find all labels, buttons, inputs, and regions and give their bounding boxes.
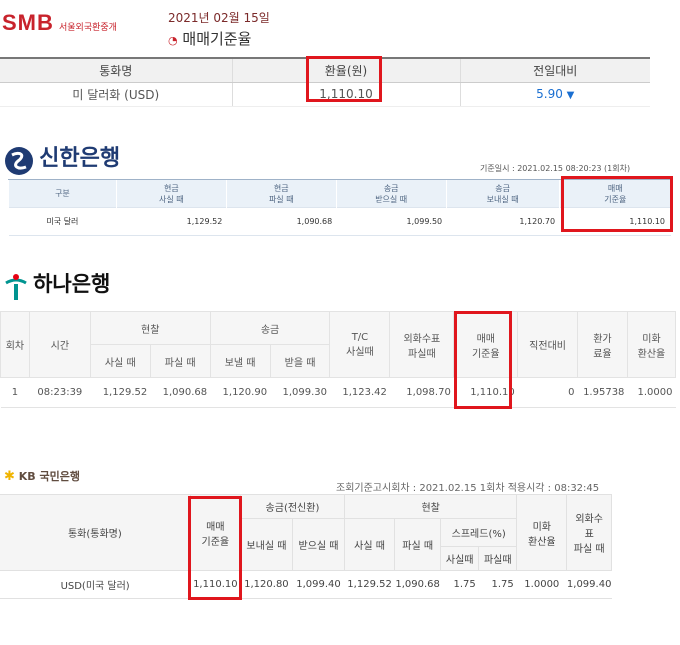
- header-cash-buy: 사실 때: [89, 344, 151, 378]
- cell-cash-buy: 1,129.52: [344, 570, 395, 599]
- header-wire-recv: 받을 때: [269, 344, 331, 378]
- cell-tc: 1,123.42: [329, 377, 390, 408]
- header-currency: 통화명: [0, 57, 232, 83]
- cell-usd: 1.0000: [516, 570, 567, 599]
- header-conv: 환가 료율: [576, 311, 628, 378]
- cell-wire-recv: 1,099.30: [270, 377, 330, 408]
- cell-conv: 1.95738: [577, 377, 628, 408]
- header-spread: 스프레드(%): [440, 518, 518, 547]
- cell-cash-sell: 1,090.68: [226, 207, 337, 236]
- header-usd: 미화 환산율: [626, 311, 677, 378]
- cell-prev: 0: [517, 377, 578, 408]
- header-wire: 송금: [209, 311, 331, 345]
- cell-check: 1,099.40: [566, 570, 612, 599]
- header-change: 전일대비: [459, 57, 650, 83]
- hana-logo-text: 하나은행: [33, 272, 111, 296]
- highlight-box: [561, 176, 673, 232]
- cell-currency: 미 달러화 (USD): [0, 82, 232, 107]
- table-header-row: 회차 시간 현찰 송금 T/C 사실때 외화수표 파실때 매매 기준율 직전대비 환가…: [0, 311, 677, 378]
- header-wire-send: 송금 보내실 때: [445, 179, 560, 208]
- header-tc: T/C 사실때: [329, 311, 391, 378]
- cell-wire-receive: 1,099.50: [336, 207, 447, 236]
- shinhan-logo: 신한은행: [4, 140, 120, 176]
- smb-logo: SMB 서울외국환중개: [2, 10, 162, 46]
- cell-cash-sell: 1,090.68: [150, 377, 211, 408]
- shinhan-basis-time: 기준일시 : 2021.02.15 08:20:23 (1회차): [480, 164, 631, 173]
- cell-wire-send: 1,120.90: [210, 377, 271, 408]
- highlight-box: [306, 56, 382, 102]
- kb-basis-time: 조회기준고시회차 : 2021.02.15 1회차 적용시각 : 08:32:4…: [336, 483, 600, 494]
- shinhan-emblem-icon: [5, 146, 33, 175]
- cell-check: 1,098.70: [389, 377, 454, 408]
- header-cash-sell: 파실 때: [394, 518, 442, 571]
- header-usd: 미화 환산율: [516, 494, 568, 571]
- cell-time: 08:23:39: [29, 377, 91, 408]
- cell-cash-buy: 1,129.52: [90, 377, 151, 408]
- header-wire-receive: 송금 받으실 때: [335, 179, 447, 208]
- table-row: USD(미국 달러) 1,110.10 1,120.80 1,099.40 1,…: [0, 570, 612, 599]
- header-spread-buy: 사실때: [440, 546, 480, 571]
- table-row: 1 08:23:39 1,129.52 1,090.68 1,120.90 1,…: [0, 377, 676, 408]
- hana-emblem-icon: [5, 273, 27, 300]
- kb-logo-text: KB 국민은행: [18, 470, 80, 483]
- change-value: 5.90: [536, 87, 563, 101]
- hana-rate-table: 회차 시간 현찰 송금 T/C 사실때 외화수표 파실때 매매 기준율 직전대비 환가…: [0, 311, 677, 408]
- smb-title-text: 매매기준율: [182, 30, 252, 48]
- cell-spread-buy: 1.75: [440, 570, 479, 599]
- header-category: 구분: [8, 179, 117, 208]
- cell-round: 1: [0, 377, 30, 408]
- cell-wire-recv: 1,099.40: [292, 570, 345, 599]
- header-cash-buy: 현금 사실 때: [115, 179, 227, 208]
- header-check: 외화수 표 파실 때: [566, 494, 612, 571]
- cell-currency: USD(미국 달러): [0, 570, 191, 599]
- header-wire-send: 보낼 때: [209, 344, 271, 378]
- header-round: 회차: [0, 311, 30, 378]
- header-cash-buy: 사실 때: [344, 518, 396, 571]
- smb-logo-text: SMB: [2, 10, 54, 35]
- cell-cash-sell: 1,090.68: [394, 570, 441, 599]
- cell-wire-send: 1,120.70: [446, 207, 560, 236]
- kb-rate-table: 통화(통화명) 매매 기준율 송금(전신환) 현찰 미화 환산율 외화수 표 파실 때 …: [0, 494, 612, 599]
- header-spread-sell: 파실때: [478, 546, 518, 571]
- header-cash: 현찰: [89, 311, 211, 345]
- shinhan-logo-text: 신한은행: [39, 146, 121, 171]
- cell-spread-sell: 1.75: [478, 570, 517, 599]
- highlight-box: [454, 311, 512, 409]
- cell-change: 5.90 ▼: [459, 82, 650, 107]
- header-check: 외화수표 파실때: [389, 311, 455, 378]
- smb-title-icon: ◔: [168, 34, 178, 47]
- cell-usd: 1.0000: [627, 377, 676, 408]
- smb-logo-sub: 서울외국환중개: [58, 23, 117, 33]
- header-wire: 송금(전신환): [239, 494, 346, 519]
- header-wire-send: 보내실 때: [239, 518, 293, 571]
- table-header-row: 통화(통화명) 매매 기준율 송금(전신환) 현찰 미화 환산율 외화수 표 파실 때: [0, 494, 612, 571]
- cell-wire-send: 1,120.80: [240, 570, 293, 599]
- header-wire-recv: 받으실 때: [291, 518, 346, 571]
- cell-cash-buy: 1,129.52: [116, 207, 227, 236]
- header-prev: 직전대비: [517, 311, 578, 378]
- smb-title: ◔ 매매기준율: [168, 28, 251, 49]
- header-time: 시간: [28, 311, 91, 378]
- header-cash-sell: 현금 파실 때: [225, 179, 337, 208]
- kb-star-icon: ✱: [4, 469, 15, 484]
- hana-logo: 하나은행: [4, 268, 110, 301]
- highlight-box: [188, 496, 242, 600]
- header-cash-sell: 파실 때: [149, 344, 211, 378]
- arrow-down-icon: ▼: [566, 90, 575, 101]
- smb-date: 2021년 02월 15일: [168, 11, 270, 25]
- header-currency: 통화(통화명): [0, 494, 191, 571]
- cell-currency: 미국 달러: [8, 207, 117, 236]
- kb-logo: ✱ KB 국민은행: [4, 468, 80, 484]
- header-cash: 현찰: [344, 494, 518, 519]
